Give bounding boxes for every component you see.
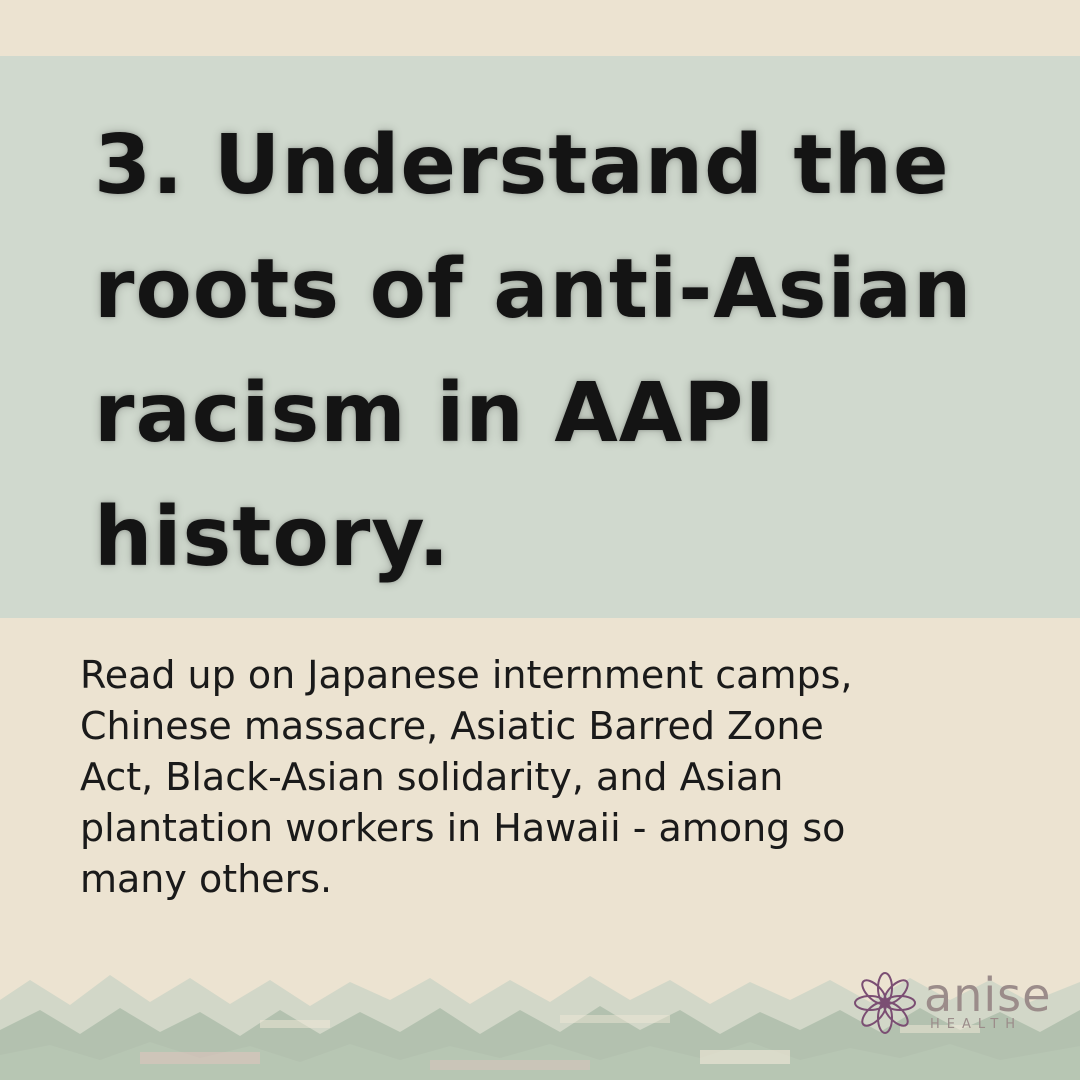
title-line: racism in AAPI xyxy=(94,366,776,461)
logo-subtitle: HEALTH xyxy=(930,1017,1023,1032)
lotus-flower-icon xyxy=(854,972,916,1034)
title-line: 3. Understand the xyxy=(94,118,950,213)
logo-wordmark: anise xyxy=(924,968,1052,1022)
body-line: Read up on Japanese internment camps, xyxy=(80,653,853,697)
title-line: roots of anti-Asian xyxy=(94,242,973,337)
body-line: Chinese massacre, Asiatic Barred Zone xyxy=(80,704,824,748)
anise-health-logo: anise HEALTH xyxy=(852,970,1067,1040)
body-line: many others. xyxy=(80,857,333,901)
body-line: plantation workers in Hawaii - among so xyxy=(80,806,846,850)
slide-body: Read up on Japanese internment camps, Ch… xyxy=(80,650,1020,905)
body-line: Act, Black-Asian solidarity, and Asian xyxy=(80,755,784,799)
title-line: history. xyxy=(94,490,451,585)
slide-title: 3. Understand the roots of anti-Asian ra… xyxy=(94,104,1014,600)
